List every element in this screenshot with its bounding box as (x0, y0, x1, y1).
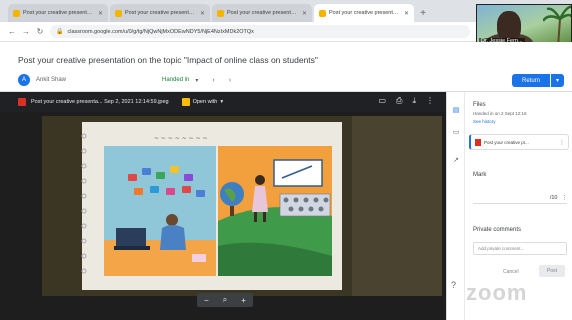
url-input[interactable]: 🔒 classroom.google.com/u/0/g/tg/NjQwNjMx… (50, 25, 470, 38)
browser-tab-active[interactable]: Post your creative presentation ✕ (314, 4, 414, 22)
zoom-out-button[interactable]: − (204, 296, 209, 305)
comments-tab-icon[interactable]: ▭ (451, 128, 461, 138)
forward-icon[interactable]: → (22, 27, 30, 36)
zoom-icon: ⌕ (222, 295, 228, 304)
see-history-link[interactable]: See history (473, 119, 496, 124)
handed-in-timestamp: Handed in on 2 Sept 12:16 (473, 111, 527, 116)
svg-text:~ ~ ~ ~ ~ ~ ~ ~: ~ ~ ~ ~ ~ ~ ~ ~ (154, 135, 208, 142)
palm-tree-icon (543, 5, 571, 45)
open-with-button[interactable]: Open with ▾ (181, 98, 224, 106)
grade-input[interactable]: /10 ⋮ (473, 192, 567, 204)
attached-file-name: Post your creative pr... (484, 139, 529, 145)
participant-face (497, 11, 521, 41)
print-icon[interactable]: ⎙ (396, 96, 402, 106)
drawing-artwork: ~ ~ ~ ~ ~ ~ ~ ~ (42, 116, 442, 296)
browser-tab[interactable]: Post your creative presentation ✕ (212, 4, 312, 22)
video-participant-tile: Dr. Jessie Fern... (476, 4, 572, 46)
attached-file-card[interactable]: Post your creative pr... ⋮ (469, 134, 569, 150)
image-file-icon (475, 138, 481, 146)
file-name: Post your creative presenta... Sep 2, 20… (31, 99, 169, 105)
new-tab-icon[interactable]: + (416, 4, 430, 22)
grade-total: /10 (549, 194, 558, 201)
classroom-favicon-icon (319, 9, 326, 17)
chevron-down-icon: ▾ (220, 99, 224, 105)
chevron-down-icon[interactable]: ▾ (195, 77, 198, 84)
add-comment-icon[interactable]: ▭ (378, 96, 386, 106)
file-viewer: Post your creative presenta... Sep 2, 20… (0, 92, 446, 320)
classroom-favicon-icon (217, 9, 224, 17)
tab-title: Post your creative presentation (23, 10, 95, 16)
help-icon[interactable]: ? (451, 280, 456, 290)
reload-icon[interactable]: ↻ (36, 27, 44, 36)
submitted-image: ~ ~ ~ ~ ~ ~ ~ ~ (42, 116, 442, 296)
close-tab-icon[interactable]: ✕ (404, 10, 409, 17)
return-options-button[interactable]: ▾ (551, 74, 564, 87)
viewer-actions: ▭ ⎙ ⤓ ⋮ (378, 96, 434, 106)
more-options-icon[interactable]: ⋮ (426, 96, 434, 106)
back-icon[interactable]: ← (8, 27, 16, 36)
lock-icon: 🔒 (56, 29, 64, 35)
browser-tab[interactable]: Post your creative presentation ✕ (110, 4, 210, 22)
close-tab-icon[interactable]: ✕ (98, 10, 103, 17)
previous-student-button[interactable]: ‹ (212, 77, 214, 84)
private-comments-heading: Private comments (473, 227, 522, 233)
more-options-icon[interactable]: ⋮ (562, 195, 568, 201)
return-button[interactable]: Return (512, 74, 550, 87)
more-options-icon[interactable]: ⋮ (559, 139, 565, 146)
assignment-title: Post your creative presentation on the t… (18, 55, 318, 65)
tab-title: Post your creative presentation (227, 10, 299, 16)
download-icon[interactable]: ⤓ (412, 96, 416, 106)
zoom-controls: − ⌕ + (197, 293, 253, 307)
classroom-favicon-icon (115, 9, 122, 17)
files-tab-icon[interactable]: ▤ (451, 106, 461, 116)
close-tab-icon[interactable]: ✕ (200, 10, 205, 17)
browser-tab[interactable]: Post your creative presentation ✕ (8, 4, 108, 22)
zoom-in-button[interactable]: + (241, 296, 246, 305)
files-heading: Files (473, 102, 486, 108)
image-file-icon (18, 98, 26, 106)
cancel-button[interactable]: Cancel (503, 269, 519, 275)
next-student-button[interactable]: › (229, 77, 231, 84)
classroom-header: Post your creative presentation on the t… (0, 42, 572, 92)
mark-heading: Mark (473, 172, 487, 178)
open-with-label: Open with (192, 99, 218, 105)
url-text: classroom.google.com/u/0/g/tg/NjQwNjMxOD… (67, 28, 254, 35)
post-button[interactable]: Post (539, 265, 565, 277)
status-badge: Handed in (162, 77, 190, 83)
tab-title: Post your creative presentation (125, 10, 197, 16)
classroom-favicon-icon (13, 9, 20, 17)
zoom-watermark: zoom (466, 280, 528, 305)
rubric-tab-icon[interactable]: ↗ (451, 156, 461, 166)
avatar: A (18, 74, 30, 86)
app-icon (181, 98, 190, 106)
student-selector[interactable]: A Ankit Shaw Handed in ▾ ‹ › (18, 73, 231, 87)
private-comment-input[interactable]: Add private comment... (473, 242, 567, 255)
close-tab-icon[interactable]: ✕ (302, 10, 307, 17)
tab-title: Post your creative presentation (329, 10, 401, 16)
student-name: Ankit Shaw (36, 77, 67, 83)
viewer-toolbar: Post your creative presenta... Sep 2, 20… (0, 92, 446, 112)
